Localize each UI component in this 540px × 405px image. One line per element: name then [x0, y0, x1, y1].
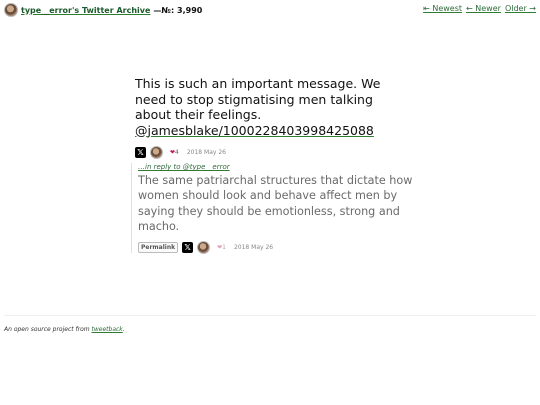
avatar[interactable] — [4, 3, 18, 17]
permalink-button[interactable]: Permalink — [138, 241, 179, 253]
tweet-date[interactable]: 2018 May 26 — [187, 149, 226, 156]
tweet-count: —№: 3,990 — [153, 5, 203, 15]
tweet-meta: 𝕏 ❤4 2018 May 26 — [135, 145, 410, 159]
reply-tweet: …in reply to @type__error The same patri… — [131, 163, 418, 254]
reply-text: The same patriarchal structures that dic… — [138, 174, 413, 233]
newest-link[interactable]: ⇤ Newest — [423, 4, 462, 13]
avatar[interactable] — [197, 240, 211, 254]
tweetback-link[interactable]: tweetback — [92, 326, 123, 333]
archive-title: type__error's Twitter Archive — [21, 6, 150, 15]
tweet-body: This is such an important message. We ne… — [135, 76, 381, 122]
like-number: 4 — [175, 148, 179, 156]
newer-link[interactable]: ← Newer — [466, 4, 501, 13]
older-link[interactable]: Older → — [505, 4, 536, 13]
footer: An open source project from tweetback. — [4, 326, 125, 333]
reply-meta: Permalink 𝕏 ❤1 2018 May 26 — [138, 240, 418, 254]
in-reply-to-link[interactable]: …in reply to @type__error — [138, 163, 230, 171]
pagination-nav: ⇤ Newest ← Newer Older → — [423, 4, 536, 13]
header-left: type__error's Twitter Archive —№: 3,990 — [4, 3, 202, 17]
archive-title-link[interactable]: type__error's Twitter Archive — [21, 6, 150, 15]
in-reply-to: …in reply to @type__error — [138, 163, 418, 171]
x-logo-icon[interactable]: 𝕏 — [182, 241, 194, 253]
footer-suffix: . — [122, 326, 125, 333]
footer-prefix: An open source project from — [4, 326, 92, 333]
like-count: ❤1 — [217, 244, 226, 251]
tweet-text: This is such an important message. We ne… — [135, 76, 410, 138]
tweet-link[interactable]: @jamesblake/1000228403998425088 — [135, 123, 374, 138]
like-count: ❤4 — [170, 149, 179, 156]
reply-date[interactable]: 2018 May 26 — [234, 244, 273, 251]
x-logo-icon[interactable]: 𝕏 — [135, 146, 146, 158]
avatar[interactable] — [150, 145, 163, 159]
like-number: 1 — [222, 243, 226, 251]
footer-divider — [4, 315, 536, 316]
archive-header: type__error's Twitter Archive —№: 3,990 … — [4, 3, 536, 17]
main-tweet: This is such an important message. We ne… — [135, 76, 410, 159]
